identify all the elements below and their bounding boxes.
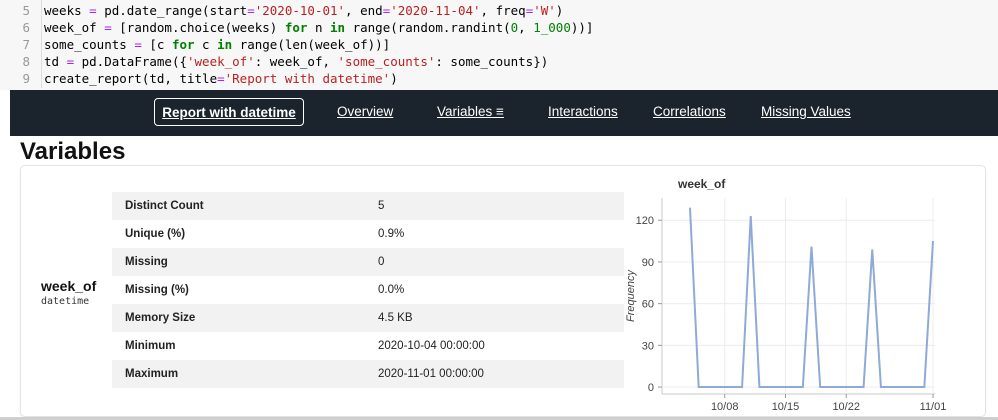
line-number: 8 [22,54,30,69]
code-text: create_report(td, title='Report with dat… [44,71,398,86]
week-of-frequency-chart: week_of 0 30 60 90 120 10/08 10/15 10/22 11/01 Fre… [625,177,947,413]
table-row: Minimum 2020-10-04 00:00:00 [112,332,624,360]
stat-label: Missing (%) [125,284,189,296]
code-line: 9 create_report(td, title='Report with da… [0,70,990,88]
section-title: Variables [20,138,126,165]
x-tick-label: 10/22 [832,401,860,413]
nav-link-interactions[interactable]: Interactions [548,104,618,119]
variable-stats-table: Distinct Count 5 Unique (%) 0.9% Missing 0 … [112,192,624,388]
stat-label: Unique (%) [125,228,186,240]
table-row: Unique (%) 0.9% [112,220,624,248]
line-number: 6 [22,20,30,35]
code-cell[interactable]: 5 weeks = pd.date_range(start='2020-10-01… [0,0,998,90]
line-number: 5 [22,3,30,18]
nav-brand-link[interactable]: Report with datetime [154,98,304,126]
code-text: weeks = pd.date_range(start='2020-10-01'… [44,3,564,18]
nav-link-correlations[interactable]: Correlations [653,104,726,119]
stat-value: 5 [378,200,385,212]
nav-link-variables[interactable]: Variables ≡ [437,104,504,119]
x-tick-label: 11/01 [920,401,947,413]
stat-label: Maximum [125,368,179,380]
code-text: some_counts = [c for c in range(len(week… [44,37,391,52]
x-tick-label: 10/08 [711,401,739,413]
code-line: 5 weeks = pd.date_range(start='2020-10-01… [0,2,990,20]
y-axis-label: Frequency [625,269,637,322]
stat-value: 4.5 KB [378,312,413,324]
report-navbar: Report with datetime Overview Variables … [10,90,998,136]
table-row: Distinct Count 5 [112,192,624,220]
table-row: Missing 0 [112,248,624,276]
stat-value: 0.0% [378,284,405,296]
y-tick-label: 90 [642,257,654,269]
variable-name: week_of [41,278,97,294]
variable-type: datetime [41,296,90,307]
stat-value: 2020-10-04 00:00:00 [378,340,485,352]
stat-label: Minimum [125,340,176,352]
y-tick-label: 120 [636,215,654,227]
code-line: 8 td = pd.DataFrame({'week_of': week_of, … [0,53,990,71]
line-number: 9 [22,71,30,86]
stat-value: 2020-11-01 00:00:00 [378,368,484,380]
table-row: Missing (%) 0.0% [112,276,624,304]
code-line: 7 some_counts = [c for c in range(len(wee… [0,36,990,54]
line-number: 7 [22,37,30,52]
code-line: 6 week_of = [random.choice(weeks) for n i… [0,19,990,37]
chart-title: week_of [677,177,726,191]
stat-value: 0 [378,256,385,268]
y-tick-label: 0 [648,382,654,394]
x-tick-label: 10/15 [772,401,800,413]
table-row: Maximum 2020-11-01 00:00:00 [112,360,624,388]
table-row: Memory Size 4.5 KB [112,304,624,332]
stat-label: Distinct Count [125,200,204,212]
series-line [689,207,934,389]
y-tick-label: 30 [642,340,654,352]
stat-value: 0.9% [378,228,405,240]
nav-link-overview[interactable]: Overview [337,104,393,119]
code-text: week_of = [random.choice(weeks) for n in… [44,20,594,35]
y-tick-label: 60 [642,299,654,311]
code-text: td = pd.DataFrame({'week_of': week_of, '… [44,54,549,69]
nav-link-missing-values[interactable]: Missing Values [761,104,851,119]
stat-label: Missing [125,256,168,268]
stat-label: Memory Size [125,312,196,324]
